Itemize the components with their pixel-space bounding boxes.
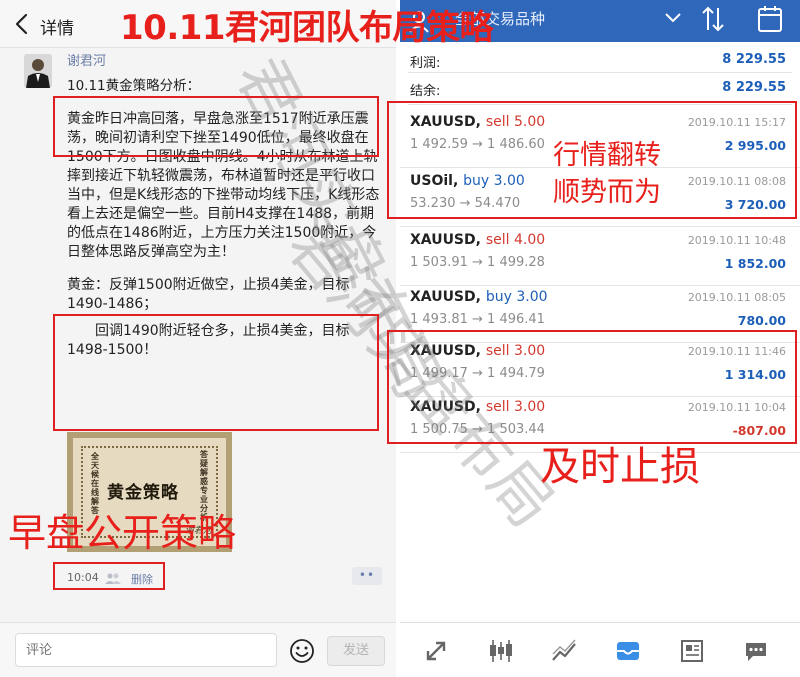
order-symbol: XAUUSD, sell 3.00 [410,399,545,415]
order-profit: 1 852.00 [724,256,786,271]
avatar[interactable] [24,54,52,88]
order-profit: 780.00 [737,313,786,328]
profit-value: 8 229.55 [722,52,786,67]
order-symbol-text: XAUUSD, [410,399,481,415]
order-symbol: XAUUSD, buy 3.00 [410,289,548,305]
divider [408,72,792,73]
comment-input[interactable] [15,633,277,667]
order-side: buy 3.00 [463,173,525,189]
calendar-icon[interactable] [756,4,784,34]
order-symbol-text: XAUUSD, [410,343,481,359]
order-symbol-text: XAUUSD, [410,289,481,305]
order-prices: 1 492.59 → 1 486.60 [410,137,545,152]
order-prices: 53.230 → 54.470 [410,196,521,211]
people-icon [105,573,121,584]
order-side: sell 5.00 [485,114,546,130]
order-symbol-text: USOil, [410,173,459,189]
strategy-long: 回调1490附近轻仓多，止损4美金，目标1498-1500！ [67,323,350,358]
overlay-note-morning: 早盘公开策略 [8,511,237,555]
order-side: buy 3.00 [485,289,548,305]
divider [408,104,792,105]
order-profit: 1 314.00 [724,367,786,382]
overlay-note-reversal: 行情翻转 [553,140,661,171]
profit-label: 利润: [410,56,441,71]
trade-history-panel: 全部交易品种 利润: 8 229.55 结余: 8 229.55 XAUUSD,… [400,0,800,677]
order-side: sell 4.00 [485,232,546,248]
post-time: 10:04 [67,571,99,584]
chart-icon[interactable] [550,637,578,665]
send-button[interactable]: 发送 [327,636,385,666]
post-heading: 10.11黄金策略分析： [67,78,201,94]
header-menu-icon[interactable] [662,6,684,28]
order-prices: 1 500.75 → 1 503.44 [410,422,545,437]
order-symbol: XAUUSD, sell 5.00 [410,114,545,130]
delete-link[interactable]: 删除 [131,571,153,587]
order-row[interactable]: XAUUSD, buy 3.00 1 493.81 → 1 496.41 2019.… [400,285,800,343]
order-date: 2019.10.11 10:48 [687,234,786,247]
order-side: sell 3.00 [485,343,546,359]
poster-title: 黄金策略 [107,483,179,503]
order-prices: 1 499.17 → 1 494.79 [410,366,545,381]
author-name[interactable]: 谢君河 [67,50,106,69]
chat-icon[interactable] [742,637,770,665]
order-date: 2019.10.11 08:05 [687,291,786,304]
smile-icon[interactable] [289,638,315,664]
order-prices: 1 503.91 → 1 499.28 [410,255,545,270]
order-date: 2019.10.11 10:04 [687,401,786,414]
balance-value: 8 229.55 [722,80,786,95]
order-profit: -807.00 [732,423,786,438]
back-icon[interactable] [10,10,34,38]
arrows-updown-icon[interactable] [700,4,726,34]
order-date: 2019.10.11 11:46 [687,345,786,358]
order-symbol: XAUUSD, sell 3.00 [410,343,545,359]
order-profit: 3 720.00 [724,197,786,212]
order-symbol: XAUUSD, sell 4.00 [410,232,545,248]
balance-label: 结余: [410,84,441,99]
order-date: 2019.10.11 08:08 [687,175,786,188]
order-row[interactable]: XAUUSD, sell 4.00 1 503.91 → 1 499.28 2019… [400,228,800,286]
order-date: 2019.10.11 15:17 [687,116,786,129]
trade-icon[interactable] [614,637,642,665]
news-icon[interactable] [678,637,706,665]
analysis-paragraph: 黄金昨日冲高回落，早盘急涨至1517附近承压震荡，晚间初请利空下挫至1490低位… [67,111,380,260]
order-side: sell 3.00 [485,399,546,415]
post-body: 黄金昨日冲高回落，早盘急涨至1517附近承压震荡，晚间初请利空下挫至1490低位… [67,110,387,368]
overlay-note-trend: 顺势而为 [553,177,661,208]
strategy-short: 黄金：反弹1500附近做空，止损4美金，目标1490-1486； [67,277,350,312]
order-row[interactable]: XAUUSD, sell 3.00 1 499.17 → 1 494.79 2019… [400,339,800,397]
order-symbol: USOil, buy 3.00 [410,173,525,189]
quotes-icon[interactable] [422,637,450,665]
overlay-title: 10.11君河团队布局策略 [120,8,494,48]
more-button[interactable]: •• [352,567,382,585]
comment-bar: 发送 [0,622,396,677]
candles-icon[interactable] [486,637,514,665]
page-title: 详情 [40,19,74,39]
order-symbol-text: XAUUSD, [410,232,481,248]
order-symbol-text: XAUUSD, [410,114,481,130]
overlay-note-stoploss: 及时止损 [540,444,700,490]
wechat-detail-panel: 详情 谢君河 10.11黄金策略分析： 黄金昨日冲高回落，早盘急涨至1517附近… [0,0,396,677]
order-profit: 2 995.00 [724,138,786,153]
bottom-nav [400,622,800,677]
order-prices: 1 493.81 → 1 496.41 [410,312,545,327]
